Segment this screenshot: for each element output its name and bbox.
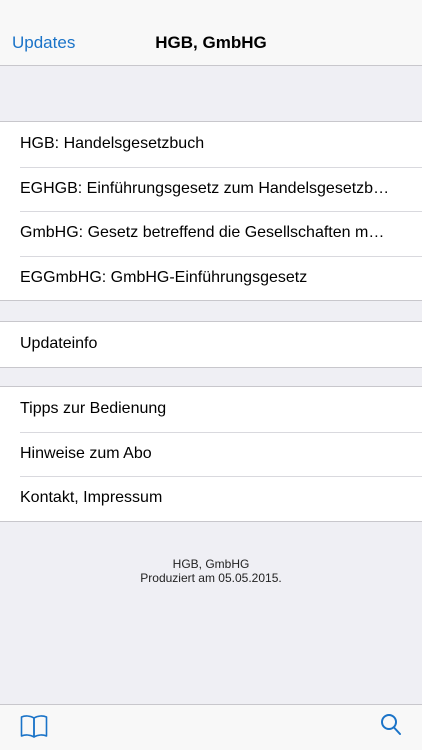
- book-icon[interactable]: [20, 713, 48, 744]
- info-list: Updateinfo: [0, 321, 422, 368]
- footer-title: HGB, GmbHG: [172, 557, 250, 571]
- list-item-tipps[interactable]: Tipps zur Bedienung: [0, 387, 422, 432]
- search-icon[interactable]: [380, 713, 402, 742]
- list-item-updateinfo[interactable]: Updateinfo: [0, 322, 422, 367]
- list-item-hgb[interactable]: HGB: Handelsgesetzbuch: [0, 122, 422, 167]
- tab-bar: [0, 704, 422, 750]
- list-item-kontakt[interactable]: Kontakt, Impressum: [0, 476, 422, 521]
- footer-produced-date: Produziert am 05.05.2015.: [140, 571, 282, 585]
- list-item-gmbhg[interactable]: GmbHG: Gesetz betreffend die Gesellschaf…: [0, 211, 422, 256]
- app-screen: Updates HGB, GmbHG HGB: Handelsgesetzbuc…: [0, 0, 422, 750]
- page-title: HGB, GmbHG: [155, 33, 267, 52]
- list-item-abo[interactable]: Hinweise zum Abo: [0, 431, 422, 477]
- list-item-eghgb[interactable]: EGHGB: Einführungsgesetz zum Handelsgese…: [0, 166, 422, 212]
- footer-info: HGB, GmbHG Produziert am 05.05.2015.: [0, 557, 422, 585]
- list-item-eggmbhg[interactable]: EGGmbHG: GmbHG-Einführungsgesetz: [0, 255, 422, 301]
- help-list: Tipps zur Bedienung Hinweise zum Abo Kon…: [0, 386, 422, 522]
- laws-list: HGB: Handelsgesetzbuch EGHGB: Einführung…: [0, 121, 422, 301]
- navigation-bar: Updates HGB, GmbHG: [0, 0, 422, 66]
